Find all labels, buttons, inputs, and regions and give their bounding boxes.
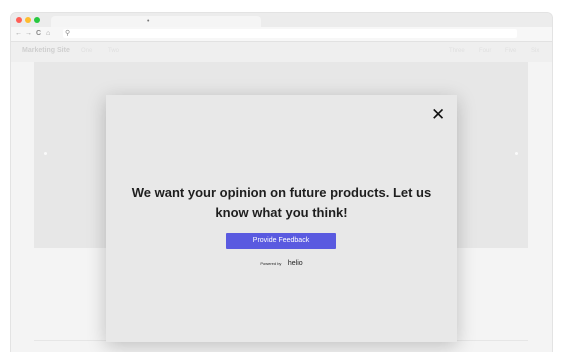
minimize-window-dot[interactable] [25, 17, 31, 23]
feedback-modal: ✕ We want your opinion on future product… [106, 95, 457, 342]
close-icon[interactable]: ✕ [431, 106, 445, 123]
back-icon[interactable]: ← [15, 29, 22, 38]
nav-link-one[interactable]: One [81, 48, 92, 54]
search-icon: ⚲ [65, 30, 71, 37]
powered-by-label: Powered by [260, 261, 282, 266]
address-bar[interactable]: ⚲ [63, 29, 517, 38]
nav-link-three[interactable]: Three [449, 48, 465, 54]
carousel-next-dot[interactable] [515, 152, 518, 155]
browser-toolbar: ← → C ⌂ ⚲ [11, 27, 552, 42]
forward-icon[interactable]: → [25, 29, 32, 38]
site-navbar: Marketing Site One Two Three Four Five S… [11, 42, 552, 62]
tab-close-icon[interactable]: • [147, 18, 149, 25]
nav-link-two[interactable]: Two [108, 48, 119, 54]
reload-icon[interactable]: C [36, 29, 41, 38]
site-brand[interactable]: Marketing Site [22, 47, 70, 54]
home-icon[interactable]: ⌂ [46, 29, 50, 38]
nav-link-six[interactable]: Six [531, 48, 539, 54]
browser-titlebar: • [11, 13, 552, 27]
browser-tab[interactable]: • [51, 16, 261, 27]
nav-link-five[interactable]: Five [505, 48, 516, 54]
provide-feedback-button[interactable]: Provide Feedback [226, 233, 336, 249]
carousel-prev-dot[interactable] [44, 152, 47, 155]
nav-link-four[interactable]: Four [479, 48, 491, 54]
close-window-dot[interactable] [16, 17, 22, 23]
modal-headline: We want your opinion on future products.… [131, 185, 432, 220]
maximize-window-dot[interactable] [34, 17, 40, 23]
helio-logo: helio [287, 260, 303, 267]
powered-by: Powered by helio [106, 259, 457, 269]
